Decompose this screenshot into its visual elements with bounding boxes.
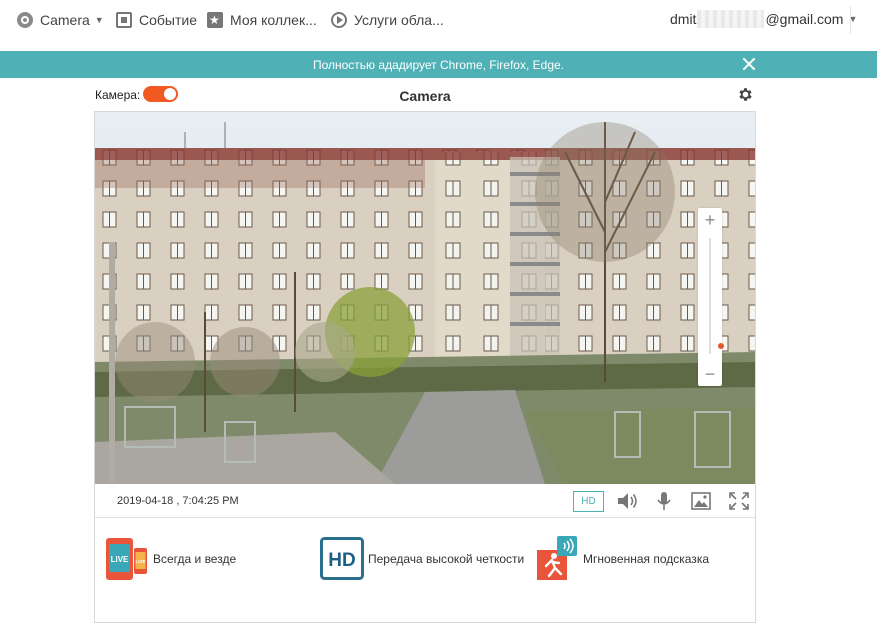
nav-camera-label: Camera: [40, 12, 90, 28]
chevron-down-icon: ▼: [94, 15, 104, 25]
nav-collection[interactable]: Моя коллек...: [207, 10, 317, 30]
hd-icon-text: HD: [328, 550, 355, 571]
camera-viewer: + − 2019-04-18 , 7:04:25 PM HD LIVE LIVE…: [94, 111, 756, 623]
player-status-bar: 2019-04-18 , 7:04:25 PM HD: [95, 484, 755, 518]
account-email-suffix: @gmail.com: [765, 11, 844, 27]
nav-camera-menu[interactable]: Camera ▼: [17, 10, 104, 30]
close-icon[interactable]: [741, 56, 757, 72]
fullscreen-icon[interactable]: [727, 490, 751, 512]
nav-event-label: Событие: [139, 12, 197, 28]
live-small-icon-text: LIVE: [135, 559, 145, 564]
email-redaction: [697, 10, 765, 28]
zoom-out-button[interactable]: −: [698, 362, 722, 386]
collection-icon: [207, 12, 223, 28]
gear-icon[interactable]: [737, 86, 754, 103]
feature-hd: HD Передача высокой четкости: [320, 536, 524, 582]
speaker-icon[interactable]: [615, 490, 639, 512]
cloud-play-icon: [331, 12, 347, 28]
banner-text: Полностью ададирует Chrome, Firefox, Edg…: [312, 57, 565, 72]
feature-instant-alert: Мгновенная подсказка: [535, 536, 709, 582]
feature-anywhere-label: Всегда и везде: [153, 552, 237, 566]
event-icon: [116, 12, 132, 28]
zoom-slider-track[interactable]: [709, 238, 724, 354]
zoom-in-button[interactable]: +: [698, 208, 722, 232]
motion-alert-icon: [537, 536, 577, 580]
live-icon-text: LIVE: [111, 555, 129, 564]
feature-anywhere: LIVE LIVE Всегда и везде: [105, 536, 236, 582]
account-menu[interactable]: dmit @gmail.com ▼: [670, 10, 857, 28]
zoom-control: + −: [698, 208, 724, 386]
nav-event[interactable]: Событие: [116, 10, 197, 30]
nav-cloud-label: Услуги обла...: [354, 12, 444, 28]
video-timestamp: 2019-04-18 , 7:04:25 PM: [117, 495, 239, 507]
divider: [850, 6, 851, 34]
live-video-feed[interactable]: + −: [95, 112, 755, 484]
feature-hd-label: Передача высокой четкости: [368, 552, 525, 566]
feature-alert-label: Мгновенная подсказка: [583, 552, 709, 566]
hd-icon: HD: [320, 537, 364, 580]
camera-icon: [17, 12, 33, 28]
nav-collection-label: Моя коллек...: [230, 12, 317, 28]
camera-title: Camera: [399, 88, 451, 104]
browser-support-banner: Полностью ададирует Chrome, Firefox, Edg…: [0, 51, 877, 78]
top-navigation: Camera ▼ Событие Моя коллек... Услуги об…: [0, 0, 877, 50]
live-devices-icon: LIVE LIVE: [106, 538, 147, 580]
account-email-prefix: dmit: [670, 11, 697, 27]
feature-highlights: LIVE LIVE Всегда и везде HD Передача выс…: [95, 518, 755, 622]
snapshot-icon[interactable]: [689, 490, 713, 512]
hd-quality-button[interactable]: HD: [573, 491, 604, 512]
zoom-slider-handle[interactable]: [718, 342, 724, 349]
nav-cloud-services[interactable]: Услуги обла...: [331, 10, 444, 30]
microphone-icon[interactable]: [652, 490, 676, 512]
